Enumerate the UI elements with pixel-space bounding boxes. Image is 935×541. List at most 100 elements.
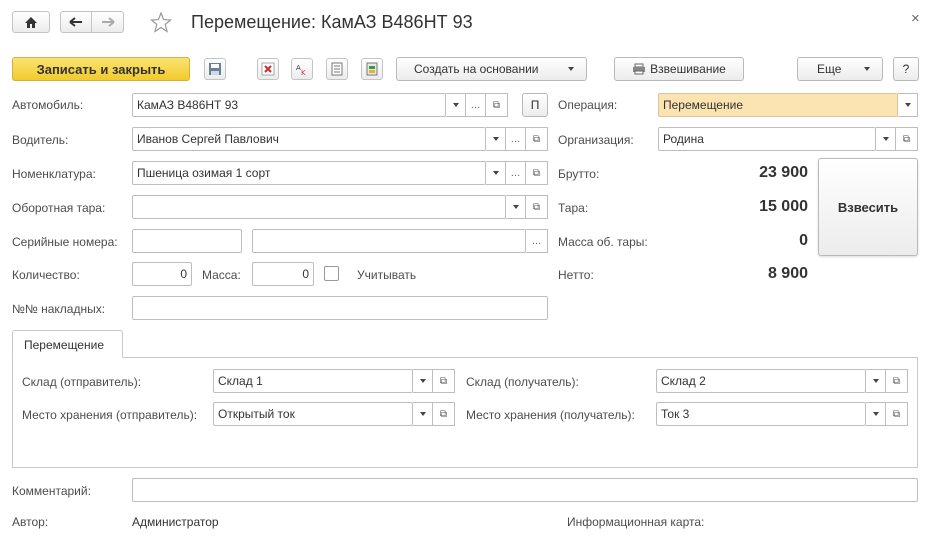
invoices-label: №№ накладных: [12, 302, 106, 316]
warehouse-to-field[interactable]: Склад 2 [656, 369, 866, 393]
storage-to-open-button[interactable]: ⧉ [886, 402, 908, 426]
storage-to-dropdown-button[interactable] [866, 402, 886, 426]
storage-to-field[interactable]: Ток 3 [656, 402, 866, 426]
invoices-field[interactable] [132, 296, 548, 320]
operation-dropdown-button[interactable] [898, 93, 918, 117]
nomenclature-label: Номенклатура: [12, 167, 96, 181]
quantity-field[interactable]: 0 [132, 262, 192, 286]
chevron-down-icon [882, 137, 889, 141]
document-icon [331, 62, 343, 76]
warehouse-to-open-button[interactable]: ⧉ [886, 369, 908, 393]
chevron-down-icon [568, 67, 574, 71]
report-chart-icon [366, 62, 378, 76]
driver-select-button[interactable]: … [506, 127, 526, 151]
driver-open-button[interactable]: ⧉ [526, 127, 548, 151]
tab-movement[interactable]: Перемещение [12, 330, 123, 358]
mass-label: Масса: [202, 268, 241, 282]
chevron-down-icon [904, 103, 911, 107]
open-window-icon: ⧉ [892, 408, 901, 420]
serial-field-2[interactable] [252, 229, 526, 253]
chevron-down-icon [492, 137, 499, 141]
organization-dropdown-button[interactable] [876, 127, 896, 151]
operation-field[interactable]: Перемещение [658, 93, 898, 117]
open-window-icon: ⧉ [532, 133, 541, 145]
open-window-icon: ⧉ [532, 167, 541, 179]
warehouse-to-dropdown-button[interactable] [866, 369, 886, 393]
text-ak-icon: AK [296, 64, 306, 76]
nomenclature-select-button[interactable]: … [506, 161, 526, 185]
comment-label: Комментарий: [12, 484, 91, 498]
forward-button[interactable] [92, 11, 124, 33]
driver-dropdown-button[interactable] [486, 127, 506, 151]
container-mass-label: Масса об. тары: [558, 235, 648, 249]
home-button[interactable] [12, 11, 50, 33]
save-and-close-button[interactable]: Записать и закрыть [12, 57, 190, 81]
car-field[interactable]: КамАЗ В486НТ 93 [132, 93, 446, 117]
warehouse-from-dropdown-button[interactable] [413, 369, 433, 393]
delete-x-icon [261, 62, 275, 76]
organization-field[interactable]: Родина [658, 127, 876, 151]
back-button[interactable] [60, 11, 92, 33]
document-button[interactable] [326, 58, 348, 80]
organization-label: Организация: [558, 133, 634, 147]
open-window-icon: ⧉ [532, 201, 541, 213]
mass-field[interactable]: 0 [252, 262, 314, 286]
open-window-icon: ⧉ [439, 375, 448, 387]
open-window-icon: ⧉ [492, 99, 501, 111]
warehouse-from-field[interactable]: Склад 1 [213, 369, 413, 393]
serial-select-button[interactable]: … [526, 229, 548, 253]
net-value: 8 900 [767, 265, 808, 282]
chevron-down-icon [419, 412, 426, 416]
create-based-on-button[interactable]: Создать на основании [396, 57, 587, 81]
car-select-button[interactable]: … [466, 93, 486, 117]
gross-value: 23 900 [759, 164, 808, 181]
car-dropdown-button[interactable] [446, 93, 466, 117]
car-open-button[interactable]: ⧉ [486, 93, 508, 117]
home-icon [25, 16, 37, 28]
info-card-label: Информационная карта: [567, 515, 705, 529]
more-label: Еще [817, 62, 842, 76]
close-icon[interactable]: × [911, 10, 920, 27]
container-dropdown-button[interactable] [506, 195, 526, 219]
storage-from-dropdown-button[interactable] [413, 402, 433, 426]
chevron-down-icon [492, 171, 499, 175]
spelling-button[interactable]: AK [291, 58, 313, 80]
svg-text:K: K [301, 69, 306, 76]
author-label: Автор: [12, 515, 49, 529]
container-open-button[interactable]: ⧉ [526, 195, 548, 219]
storage-from-open-button[interactable]: ⧉ [433, 402, 455, 426]
warehouse-from-open-button[interactable]: ⧉ [433, 369, 455, 393]
printer-icon [633, 63, 646, 75]
chevron-down-icon [512, 205, 519, 209]
serial-field-1[interactable] [132, 229, 242, 253]
weighing-button[interactable]: Взвешивание [614, 57, 744, 81]
driver-field[interactable]: Иванов Сергей Павлович [132, 127, 486, 151]
chevron-down-icon [872, 379, 879, 383]
more-button[interactable]: Еще [797, 57, 883, 81]
chevron-down-icon [452, 103, 459, 107]
chevron-down-icon [419, 379, 426, 383]
open-window-icon: ⧉ [892, 375, 901, 387]
author-value: Администратор [132, 515, 219, 529]
container-field[interactable] [132, 195, 506, 219]
car-p-button[interactable]: П [522, 93, 548, 117]
save-button[interactable] [204, 58, 226, 80]
nomenclature-open-button[interactable]: ⧉ [526, 161, 548, 185]
help-button[interactable]: ? [893, 57, 919, 81]
report-button[interactable] [361, 58, 383, 80]
nomenclature-field[interactable]: Пшеница озимая 1 сорт [132, 161, 486, 185]
weigh-button[interactable]: Взвесить [818, 158, 918, 256]
consider-checkbox[interactable] [324, 266, 339, 281]
nomenclature-dropdown-button[interactable] [486, 161, 506, 185]
comment-field[interactable] [132, 478, 918, 502]
organization-open-button[interactable]: ⧉ [896, 127, 918, 151]
consider-label: Учитывать [357, 268, 417, 282]
storage-from-field[interactable]: Открытый ток [213, 402, 413, 426]
star-favorite-icon[interactable] [150, 12, 172, 33]
weighing-label: Взвешивание [650, 62, 726, 76]
delete-mark-button[interactable] [257, 58, 279, 80]
storage-to-label: Место хранения (получатель): [466, 408, 635, 422]
create-based-on-label: Создать на основании [414, 62, 539, 76]
chevron-down-icon [864, 67, 870, 71]
quantity-label: Количество: [12, 268, 80, 282]
